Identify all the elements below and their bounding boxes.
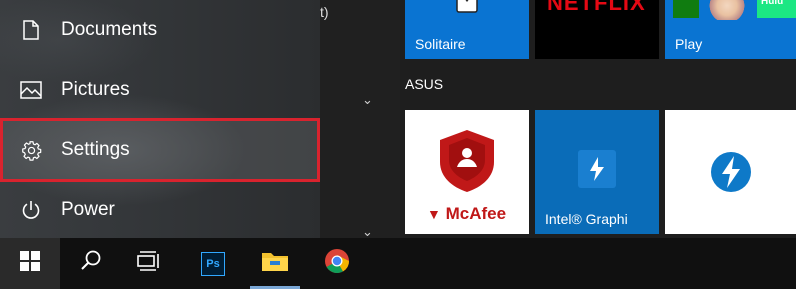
tile-solitaire[interactable]: Solitaire	[405, 0, 529, 59]
game-character-image	[707, 0, 747, 20]
task-view-icon	[137, 251, 161, 276]
file-explorer-app[interactable]	[246, 238, 304, 289]
mcafee-logo-text: ▼ McAfee	[427, 204, 507, 223]
start-menu-left-column: Documents Pictures Settings Power	[0, 0, 320, 238]
search-button[interactable]	[62, 238, 120, 289]
tile-netflix[interactable]: NETFLIX	[535, 0, 659, 59]
tile-label: Play	[675, 36, 703, 52]
menu-item-label: Power	[61, 199, 115, 220]
menu-item-power[interactable]: Power	[0, 181, 320, 239]
pictures-icon	[20, 79, 42, 101]
tile-label: Solitaire	[415, 36, 466, 52]
menu-item-settings[interactable]: Settings	[0, 118, 320, 182]
netflix-logo-text: NETFLIX	[547, 0, 646, 15]
chrome-app[interactable]	[308, 238, 366, 289]
menu-item-label: Settings	[61, 139, 130, 160]
thunderbolt-icon	[709, 150, 753, 199]
power-icon	[20, 199, 42, 221]
tile-label: Intel® Graphi	[545, 211, 628, 227]
chevron-down-icon[interactable]: ⌄	[362, 92, 373, 108]
tile-play[interactable]: Hulu Play	[665, 0, 796, 59]
menu-item-pictures[interactable]: Pictures	[0, 61, 320, 119]
hulu-badge: Hulu	[757, 0, 796, 18]
tile-group-label: ASUS	[405, 76, 444, 92]
cards-icon	[455, 0, 481, 19]
menu-item-label: Documents	[61, 19, 158, 40]
document-icon	[20, 19, 42, 41]
mcafee-shield-icon	[440, 130, 494, 197]
menu-item-documents[interactable]: Documents	[0, 1, 320, 59]
intel-graphics-icon	[578, 150, 616, 188]
gear-icon	[20, 139, 42, 161]
folder-icon	[261, 250, 289, 277]
tile-thunderbolt[interactable]	[665, 110, 796, 234]
xbox-icon	[673, 0, 699, 18]
start-button[interactable]	[0, 238, 60, 289]
tile-intel-graphics[interactable]: Intel® Graphi	[535, 110, 659, 234]
menu-item-label: Pictures	[61, 79, 130, 100]
photoshop-icon: Ps	[201, 251, 225, 276]
search-icon	[80, 250, 102, 277]
app-list-fragment: t)	[320, 4, 329, 20]
task-view-button[interactable]	[120, 238, 178, 289]
app-list-column	[320, 0, 400, 238]
windows-logo-icon	[20, 251, 40, 276]
tile-mcafee[interactable]: ▼ McAfee	[405, 110, 529, 234]
photoshop-app[interactable]: Ps	[184, 238, 242, 289]
taskbar: Ps	[0, 238, 796, 289]
chrome-icon	[324, 248, 350, 279]
